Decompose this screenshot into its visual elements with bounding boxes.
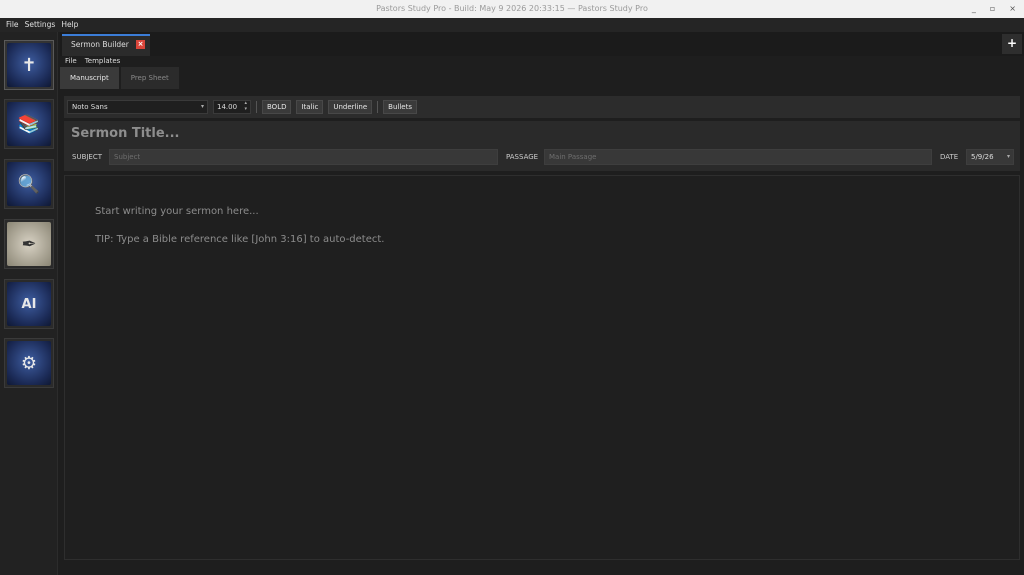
underline-button[interactable]: Underline — [328, 100, 373, 114]
sidebar: ✝ 📚 🔍 ✒ AI ⚙ — [0, 32, 58, 575]
font-size-spinbox[interactable]: 14.00 ▴ ▾ — [213, 100, 251, 114]
font-family-value: Noto Sans — [72, 103, 108, 111]
sermon-header: Sermon Title... SUBJECT Subject PASSAGE … — [64, 121, 1020, 171]
window-titlebar: Pastors Study Pro - Build: May 9 2026 20… — [0, 0, 1024, 18]
italic-button[interactable]: Italic — [296, 100, 324, 114]
builder-menu-templates[interactable]: Templates — [85, 56, 121, 67]
editor-placeholder: Start writing your sermon here... — [95, 206, 259, 217]
font-family-select[interactable]: Noto Sans ▾ — [67, 100, 208, 114]
sermon-editor[interactable]: Start writing your sermon here... TIP: T… — [64, 175, 1020, 560]
format-toolbar: Noto Sans ▾ 14.00 ▴ ▾ BOLD Italic Underli… — [64, 96, 1020, 118]
sidebar-item-bible[interactable]: ✝ — [4, 40, 54, 90]
chevron-down-icon: ▾ — [1006, 153, 1010, 160]
tab-manuscript[interactable]: Manuscript — [60, 67, 119, 89]
view-tabs: Manuscript Prep Sheet — [60, 67, 181, 91]
date-input[interactable]: 5/9/26 ▾ — [966, 149, 1014, 165]
date-label: DATE — [940, 153, 959, 161]
scroll-quill-icon: ✒ — [7, 222, 51, 266]
tab-label: Sermon Builder — [71, 40, 129, 49]
add-tab-button[interactable]: + — [1002, 34, 1022, 54]
menu-help[interactable]: Help — [61, 18, 78, 32]
maximize-button[interactable]: ▫ — [990, 0, 995, 18]
builder-menu: File Templates — [60, 56, 120, 67]
date-value: 5/9/26 — [971, 153, 994, 161]
subject-label: SUBJECT — [72, 153, 103, 161]
sermon-meta-row: SUBJECT Subject PASSAGE Main Passage DAT… — [68, 149, 1016, 165]
subject-input[interactable]: Subject — [109, 149, 498, 165]
sermon-title-input[interactable]: Sermon Title... — [71, 126, 179, 141]
sidebar-item-library[interactable]: 📚 — [4, 99, 54, 149]
spin-arrows-icon: ▴ ▾ — [244, 100, 247, 112]
editor-tip: TIP: Type a Bible reference like [John 3… — [95, 234, 385, 245]
magnifier-icon: 🔍 — [7, 162, 51, 206]
menu-settings[interactable]: Settings — [25, 18, 56, 32]
gears-icon: ⚙ — [7, 341, 51, 385]
toolbar-divider — [256, 101, 257, 113]
passage-input[interactable]: Main Passage — [544, 149, 932, 165]
toolbar-divider — [377, 101, 379, 113]
sidebar-item-sermon[interactable]: ✒ — [4, 219, 54, 269]
menu-bar: File Settings Help — [0, 18, 1024, 32]
sidebar-item-settings[interactable]: ⚙ — [4, 338, 54, 388]
document-tab-bar: Sermon Builder × + — [60, 32, 1024, 56]
bullets-button[interactable]: Bullets — [383, 100, 417, 114]
close-window-button[interactable]: × — [1009, 0, 1016, 18]
chevron-down-icon: ▾ — [200, 103, 204, 110]
books-icon: 📚 — [7, 102, 51, 146]
window-title: Pastors Study Pro - Build: May 9 2026 20… — [376, 4, 648, 13]
menu-file[interactable]: File — [6, 18, 19, 32]
builder-menu-file[interactable]: File — [65, 56, 77, 67]
sidebar-item-ai[interactable]: AI — [4, 279, 54, 329]
window-controls: _ ▫ × — [972, 0, 1016, 18]
bold-button[interactable]: BOLD — [262, 100, 292, 114]
close-tab-icon[interactable]: × — [136, 40, 145, 49]
minimize-button[interactable]: _ — [972, 0, 976, 18]
ai-icon: AI — [7, 282, 51, 326]
bible-icon: ✝ — [7, 43, 51, 87]
passage-label: PASSAGE — [506, 153, 539, 161]
tab-prep-sheet[interactable]: Prep Sheet — [120, 67, 179, 89]
font-size-value: 14.00 — [217, 103, 238, 111]
sidebar-item-search[interactable]: 🔍 — [4, 159, 54, 209]
tab-sermon-builder[interactable]: Sermon Builder × — [62, 34, 150, 56]
